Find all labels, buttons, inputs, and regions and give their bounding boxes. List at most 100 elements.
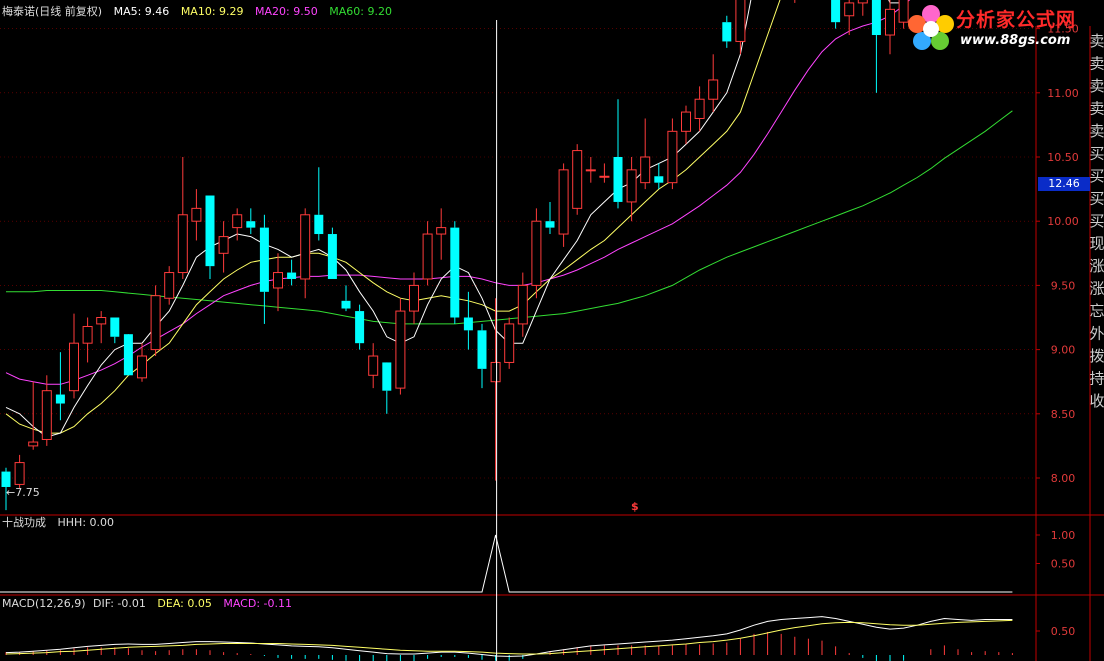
candle-body: [450, 227, 460, 318]
price-tick-label: 9.50: [1051, 279, 1076, 292]
macd-dif: DIF: -0.01: [93, 597, 146, 610]
side-signal-char: 现: [1089, 235, 1104, 253]
candle-body: [599, 175, 610, 178]
candle-body: [844, 2, 855, 17]
side-signal-char: 卖: [1089, 77, 1104, 95]
candle-body: [55, 394, 65, 404]
side-signal-char: 卖: [1089, 55, 1104, 73]
candle-body: [490, 361, 501, 383]
candle-body: [722, 22, 732, 42]
candle-body: [395, 310, 406, 389]
side-signal-column: 卖卖卖卖卖买买买买现涨涨忘外拨持收: [1089, 32, 1104, 410]
candle-body: [654, 176, 664, 183]
candle-body: [517, 284, 528, 325]
indicator2-value: HHH: 0.00: [57, 516, 115, 529]
candle-body: [246, 221, 256, 228]
candle-body: [41, 390, 52, 440]
candle-down: [327, 227, 337, 279]
candle-body: [232, 214, 243, 229]
candle-body: [504, 323, 515, 363]
side-signal-char: 买: [1089, 190, 1104, 208]
macd-dea: DEA: 0.05: [157, 597, 212, 610]
stock-name: 梅泰诺: [2, 5, 35, 18]
kline-chart[interactable]: 8.008.509.009.5010.0010.5011.0011.5012.0…: [0, 0, 1104, 661]
side-signal-char: 外: [1089, 325, 1104, 343]
candle-body: [463, 317, 473, 331]
indicator2-tick-label: 0.50: [1051, 558, 1076, 571]
candle-body: [708, 79, 719, 100]
side-signal-char: 买: [1089, 167, 1104, 185]
side-signal-char: 涨: [1089, 280, 1104, 298]
side-signal-char: 拨: [1089, 347, 1104, 365]
candle-body: [368, 355, 379, 376]
indicator2-name: 十战功成: [2, 516, 46, 529]
candle-up: [572, 144, 583, 215]
candle-body: [640, 156, 651, 184]
candle-body: [150, 295, 161, 351]
side-signal-char: 买: [1089, 145, 1104, 163]
candle-up: [531, 208, 542, 299]
price-tick-label: 11.00: [1047, 87, 1079, 100]
candle-body: [409, 284, 419, 312]
candle-body: [626, 169, 637, 203]
logo-url: www.88gs.com: [960, 33, 1071, 48]
indicator2-legend: 十战功成 HHH: 0.00: [2, 516, 122, 530]
side-signal-char: 忘: [1089, 302, 1104, 320]
candle-body: [613, 157, 623, 202]
candle-up: [150, 285, 161, 357]
logo-title: 分析家公式网: [956, 9, 1077, 31]
candle-body: [885, 8, 895, 36]
ma5-legend: MA5: 9.46: [113, 5, 170, 18]
candle-body: [259, 227, 269, 292]
site-logo[interactable]: 分析家公式网 www.88gs.com: [906, 0, 1100, 56]
candle-body: [287, 272, 297, 279]
stock-period: (日线 前复权): [35, 5, 103, 18]
candle-body: [857, 0, 868, 4]
side-signal-char: 卖: [1089, 122, 1104, 140]
price-tick-label: 8.00: [1051, 472, 1076, 485]
side-signal-char: 持: [1089, 370, 1104, 388]
candle-body: [28, 441, 39, 447]
candle-body: [205, 195, 215, 267]
cursor-price-tag: 12.46: [1038, 177, 1090, 191]
candle-body: [585, 169, 596, 172]
main-legend: 梅泰诺(日线 前复权) MA5: 9.46 MA10: 9.29 MA20: 9…: [2, 5, 400, 19]
candle-body: [218, 236, 229, 254]
candle-up: [504, 317, 515, 369]
candle-body: [110, 317, 120, 337]
candle-body: [273, 272, 283, 289]
signal-mark: $: [631, 500, 639, 513]
candle-body: [191, 207, 202, 222]
price-tick-label: 9.00: [1051, 344, 1076, 357]
candle-body: [14, 462, 25, 485]
candle-body: [531, 220, 542, 286]
candle-body: [436, 227, 447, 235]
candle-down: [450, 221, 460, 324]
candle-body: [735, 0, 746, 42]
candle-body: [177, 214, 188, 274]
candle-body: [82, 325, 93, 344]
macd-name: MACD(12,26,9): [2, 597, 86, 610]
candle-body: [382, 362, 392, 391]
macd-tick-label: 0.50: [1051, 625, 1076, 638]
price-tick-label: 8.50: [1051, 408, 1076, 421]
flower-logo-icon: [908, 5, 954, 50]
candle-body: [341, 300, 351, 309]
candle-body: [572, 150, 583, 209]
ma10-legend: MA10: 9.29: [180, 5, 244, 18]
candle-body: [694, 98, 705, 119]
macd-value: MACD: -0.11: [223, 597, 292, 610]
candle-body: [300, 214, 311, 280]
side-signal-char: 买: [1089, 212, 1104, 230]
candle-body: [477, 330, 487, 369]
candle-body: [1, 471, 11, 487]
candle-body: [314, 214, 324, 235]
candle-body: [164, 272, 175, 299]
candle-body: [355, 311, 365, 344]
candle-body: [558, 169, 569, 235]
candle-body: [327, 234, 337, 279]
price-tick-label: 10.50: [1047, 151, 1079, 164]
candle-body: [871, 0, 881, 36]
ma60-legend: MA60: 9.20: [329, 5, 392, 18]
indicator2-tick-label: 1.00: [1051, 529, 1076, 542]
